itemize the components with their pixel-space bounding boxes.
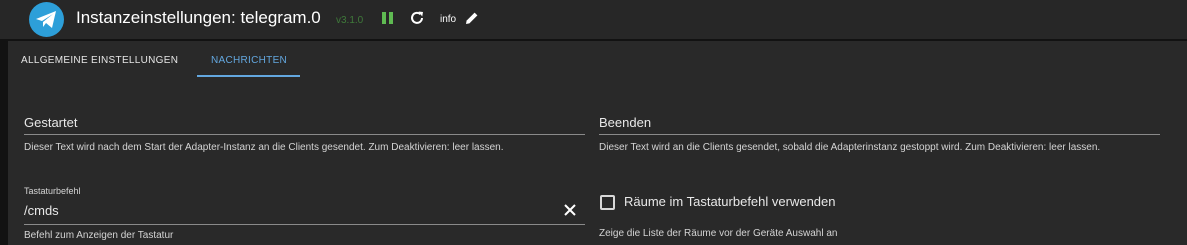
pencil-icon xyxy=(466,12,478,24)
tab-messages[interactable]: NACHRICHTEN xyxy=(211,55,287,66)
started-message-helper: Dieser Text wird nach dem Start der Adap… xyxy=(24,142,504,153)
pause-instance-button[interactable] xyxy=(380,10,394,26)
keyboard-command-helper: Befehl zum Anzeigen der Tastatur xyxy=(24,230,174,241)
page-title: Instanzeinstellungen: telegram.0 xyxy=(76,8,321,27)
started-message-underline xyxy=(24,134,585,135)
app-header: Instanzeinstellungen: telegram.0 v3.1.0 … xyxy=(0,0,1187,39)
stopped-message-helper: Dieser Text wird an die Clients gesendet… xyxy=(599,142,1101,153)
clear-keyboard-command-button[interactable] xyxy=(563,203,577,217)
version-label: v3.1.0 xyxy=(336,15,364,26)
pause-icon xyxy=(382,12,386,24)
rooms-in-keyboard-label[interactable]: Räume im Tastaturbefehl verwenden xyxy=(624,194,836,209)
rooms-in-keyboard-helper: Zeige die Liste der Räume vor der Geräte… xyxy=(599,228,838,239)
active-tab-indicator xyxy=(197,75,300,77)
tab-general-settings[interactable]: ALLGEMEINE EINSTELLUNGEN xyxy=(21,55,178,66)
started-message-input[interactable]: Gestartet xyxy=(24,115,77,130)
info-link[interactable]: info xyxy=(440,14,456,25)
keyboard-command-underline xyxy=(24,224,585,225)
keyboard-command-label: Tastaturbefehl xyxy=(24,186,81,196)
edit-button[interactable] xyxy=(464,10,480,26)
telegram-logo-icon xyxy=(29,2,64,37)
close-icon xyxy=(564,204,576,216)
stopped-message-input[interactable]: Beenden xyxy=(599,115,651,130)
reload-instance-button[interactable] xyxy=(408,9,426,27)
keyboard-command-input[interactable]: /cmds xyxy=(24,203,59,218)
stopped-message-underline xyxy=(599,134,1160,135)
reload-icon xyxy=(411,11,423,24)
rooms-in-keyboard-checkbox[interactable] xyxy=(600,195,615,210)
